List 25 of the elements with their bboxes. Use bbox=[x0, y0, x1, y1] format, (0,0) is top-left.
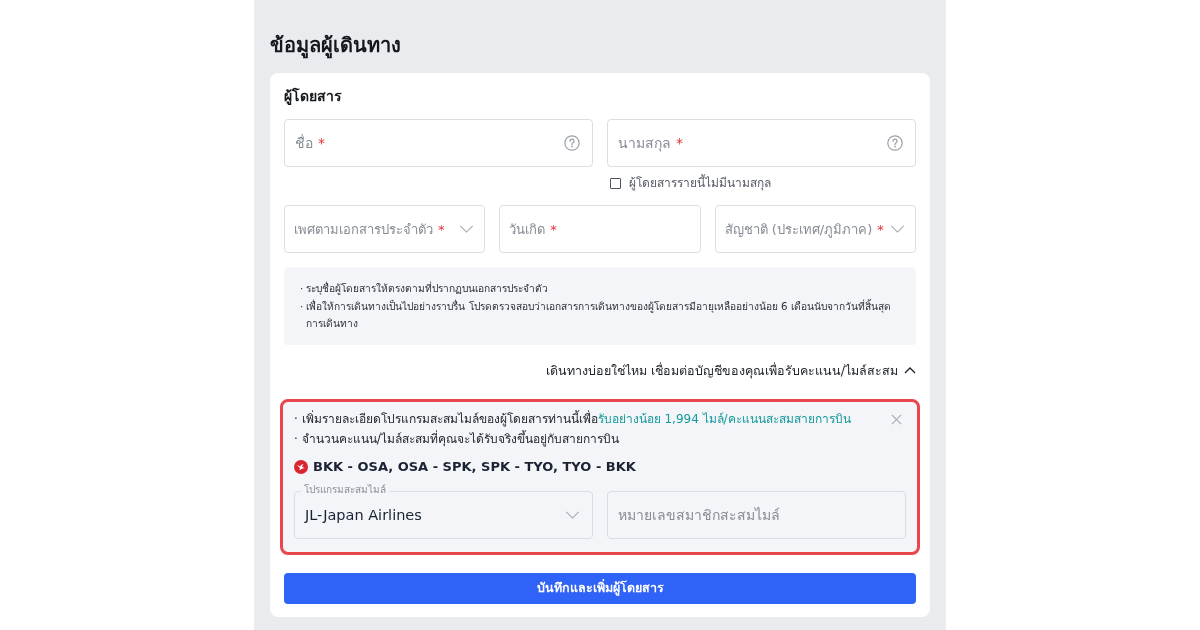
loyalty-toggle[interactable]: เดินทางบ่อยใช่ไหม เชื่อมต่อบัญชีของคุณเพื่อรับคะแนน/ไมล์สะสม bbox=[545, 356, 916, 385]
select-field[interactable]: เพศตามเอกสารประจำตัว * bbox=[284, 205, 486, 253]
close-icon[interactable] bbox=[891, 413, 902, 425]
checkbox[interactable] bbox=[610, 177, 621, 189]
input-field[interactable]: นามสกุล * bbox=[607, 119, 916, 167]
checkbox-label: ผู้โดยสารรายนี้ไม่มีนามสกุล bbox=[629, 175, 771, 191]
page-title: ข้อมูลผู้เดินทาง bbox=[270, 32, 401, 60]
chevron-down-icon bbox=[459, 225, 475, 233]
help-icon[interactable] bbox=[887, 135, 903, 151]
route-text: BKK - OSA, OSA - SPK, SPK - TYO, TYO - BKK bbox=[313, 457, 636, 476]
help-icon[interactable] bbox=[564, 135, 580, 151]
input-field[interactable]: ชื่อ * bbox=[284, 119, 593, 167]
bird-logo-icon bbox=[294, 459, 308, 474]
chevron-up-icon bbox=[904, 367, 916, 374]
chevron-down-icon bbox=[565, 510, 580, 519]
info-note: · ระบุชื่อผู้โดยสารให้ตรงตามที่ปรากฏบนเอกสารประจำตัว bbox=[300, 280, 550, 297]
section-heading: ผู้โดยสาร bbox=[284, 86, 342, 107]
input-field[interactable]: หมายเลขสมาชิกสะสมไมล์ bbox=[607, 490, 906, 539]
loyalty-note: · จำนวนคะแนน/ไมล์สะสมที่คุณจะได้รับจริงขึ้นอยู่กับสายการบิน bbox=[294, 429, 620, 449]
chevron-down-icon bbox=[890, 225, 905, 233]
info-note: · เพื่อให้การเดินทางเป็นไปอย่างราบรื่น โปรดตรวจสอบว่าเอกสารการเดินทางของผู้โดยสารมีอายุเหลืออย่างน้อย 6 เดือนนับจากวันที่สิ้นสุดการเดินทาง bbox=[300, 298, 892, 331]
save-button[interactable]: บันทึกและเพิ่มผู้โดยสาร bbox=[284, 572, 916, 604]
loyalty-note: · เพิ่มรายละเอียดโปรแกรมสะสมไมล์ของผู้โดยสารท่านนี้เพื่อรับอย่างน้อย 1,994 ไมล์/คะแนนสะสมสายการบิน bbox=[294, 409, 852, 429]
input-field[interactable]: วันเกิด * bbox=[499, 205, 701, 253]
select-field[interactable]: สัญชาติ (ประเทศ/ภูมิภาค) * bbox=[714, 205, 916, 253]
